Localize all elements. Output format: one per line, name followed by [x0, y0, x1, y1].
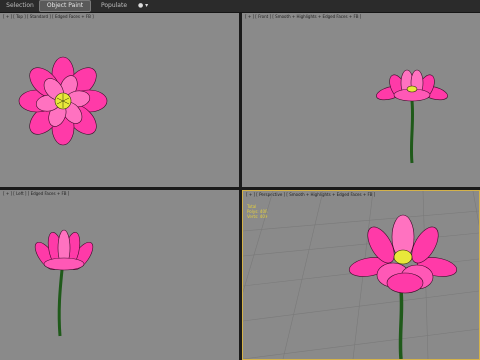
- viewport-top[interactable]: [ + ] [ Top ] [ Standard ] [ Edged Faces…: [0, 13, 239, 187]
- viewport-left[interactable]: [ + ] [ Left ] [ Edged Faces + FB ]: [0, 190, 239, 360]
- viewport-divider-horizontal[interactable]: [0, 187, 480, 190]
- tab-populate[interactable]: Populate: [95, 1, 133, 11]
- flower-center: [393, 249, 413, 265]
- tab-object-paint[interactable]: Object Paint: [39, 0, 91, 12]
- flower-perspective: [348, 214, 458, 294]
- viewport-front[interactable]: [ + ] [ Front ] [ Smooth + Highlights + …: [242, 13, 480, 187]
- stem: [398, 290, 404, 359]
- stem: [57, 269, 64, 337]
- flower-left-view: [34, 229, 94, 337]
- perspective-grid: [243, 191, 479, 359]
- tab-selection[interactable]: Selection: [4, 1, 36, 11]
- flower-top-view: [18, 56, 108, 146]
- ribbon-toolbar: Selection Object Paint Populate ● ▾: [0, 0, 480, 13]
- stem: [409, 100, 415, 164]
- viewport-perspective[interactable]: [ + ] [ Perspective ] [ Smooth + Highlig…: [242, 190, 480, 360]
- eye-dropdown-icon[interactable]: ● ▾: [138, 2, 152, 10]
- flower-front-view: [376, 69, 448, 164]
